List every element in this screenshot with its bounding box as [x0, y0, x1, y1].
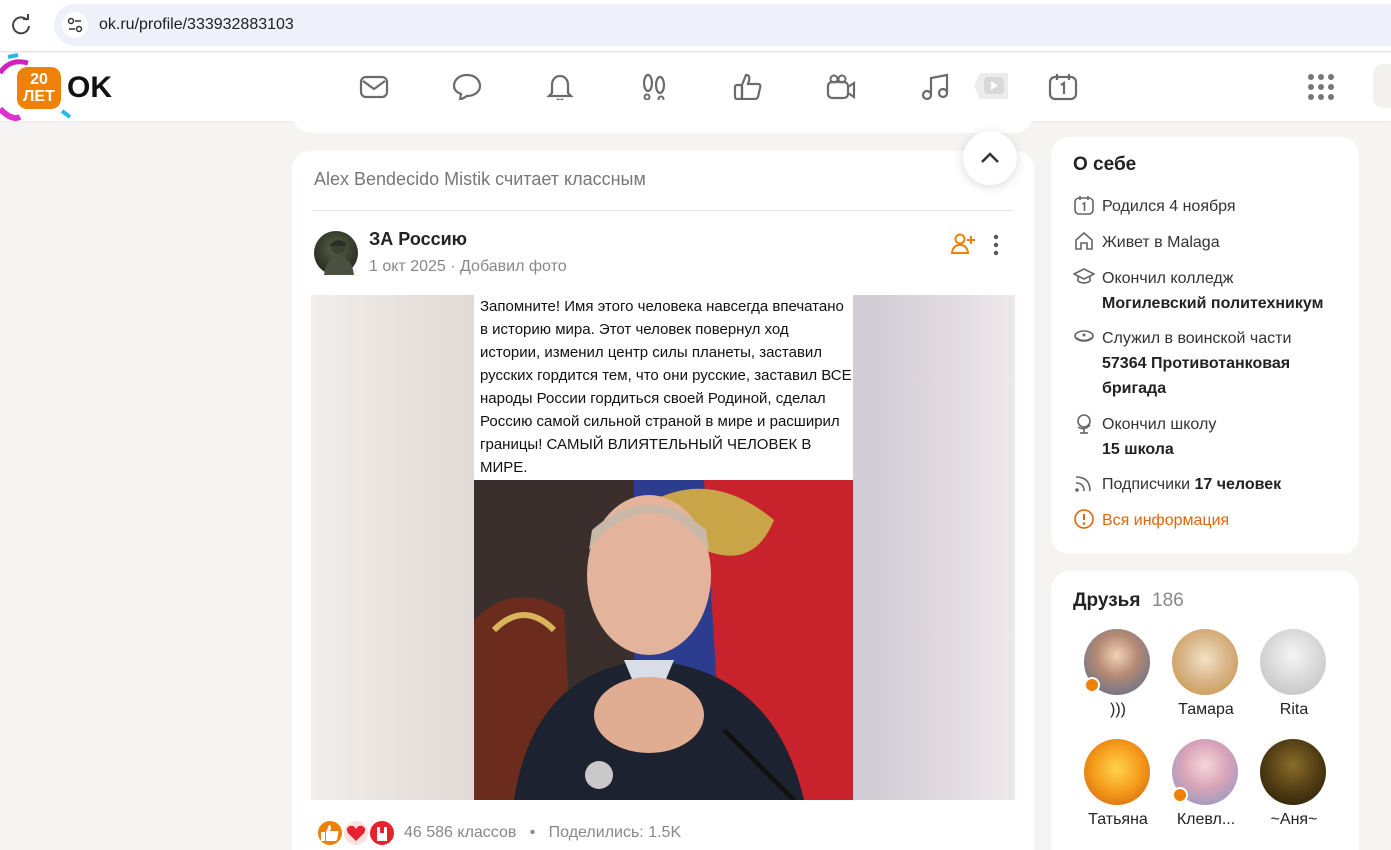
- likes-icon[interactable]: [732, 71, 764, 103]
- video-play-icon[interactable]: [974, 71, 1010, 103]
- scroll-to-top-button[interactable]: [963, 131, 1017, 185]
- photo-caption-text: Запомните! Имя этого человека навсегда в…: [480, 298, 852, 476]
- group-name[interactable]: ЗА Россию: [369, 229, 467, 250]
- site-info-icon[interactable]: [62, 12, 88, 38]
- subscribers-label: Подписчики: [1102, 476, 1191, 493]
- friend-item[interactable]: Тамара: [1162, 629, 1250, 729]
- shares-count[interactable]: Поделились: 1.5K: [549, 824, 681, 841]
- address-bar[interactable]: ok.ru/profile/333932883103: [54, 4, 1391, 46]
- post-action: Добавил фото: [460, 258, 567, 275]
- more-options-icon[interactable]: [986, 233, 1006, 257]
- post-meta: 1 окт 2025 · Добавил фото: [369, 258, 567, 276]
- school-label: Окончил школу: [1102, 416, 1217, 433]
- school-value[interactable]: 15 школа: [1102, 437, 1352, 462]
- friend-name: Клевл...: [1176, 811, 1236, 828]
- about-title: О себе: [1073, 154, 1137, 175]
- military-value[interactable]: 57364 Противотанковая бригада: [1102, 351, 1352, 401]
- online-indicator: [1084, 677, 1100, 693]
- group-avatar[interactable]: [314, 231, 358, 275]
- reactions[interactable]: [316, 819, 398, 849]
- friend-item[interactable]: ))): [1074, 629, 1162, 729]
- post-photo[interactable]: Запомните! Имя этого человека навсегда в…: [474, 295, 853, 800]
- friend-avatar: [1260, 739, 1326, 805]
- born-text: Родился 4 ноября: [1102, 198, 1236, 215]
- apps-grid-icon[interactable]: [1307, 73, 1335, 101]
- friend-item[interactable]: Клевл...: [1162, 739, 1250, 839]
- friend-name: Тамара: [1178, 701, 1234, 718]
- calendar-icon[interactable]: [1047, 71, 1079, 103]
- friend-item[interactable]: ~Аня~: [1250, 739, 1338, 839]
- friends-card: Друзья 186 ))) Тамара Rita Татьяна Клевл…: [1051, 571, 1359, 850]
- music-icon[interactable]: [919, 71, 951, 103]
- portrait-image: [474, 480, 853, 800]
- friend-name: Rita: [1279, 701, 1309, 718]
- calendar-icon: [1074, 196, 1094, 215]
- online-indicator: [1172, 787, 1188, 803]
- video-icon[interactable]: [825, 71, 857, 103]
- notifications-icon[interactable]: [544, 71, 576, 103]
- lives-text: Живет в Malaga: [1102, 234, 1220, 251]
- military-cap-icon: [1074, 330, 1094, 342]
- soldier-avatar-icon: [324, 240, 354, 275]
- college-value[interactable]: Могилевский политехникум: [1102, 291, 1352, 316]
- heart-reaction-icon: [342, 819, 370, 847]
- rock-reaction-icon: [368, 819, 396, 847]
- likes-and-shares: 46 586 классов • Поделились: 1.5K: [404, 824, 681, 842]
- friend-name: ~Аня~: [1270, 811, 1318, 828]
- globe-icon: [1077, 414, 1091, 434]
- friend-avatar: [1172, 629, 1238, 695]
- meta-separator: ·: [450, 258, 456, 275]
- header-search-pill[interactable]: [1373, 64, 1391, 108]
- home-icon: [1075, 231, 1093, 250]
- info-icon: [1074, 509, 1094, 529]
- friend-name: ))): [1110, 701, 1126, 718]
- friend-name: Татьяна: [1088, 811, 1148, 828]
- military-label: Служил в воинской части: [1102, 330, 1292, 347]
- friend-item[interactable]: Татьяна: [1074, 739, 1162, 839]
- post-photo-area[interactable]: Запомните! Имя этого человека навсегда в…: [311, 295, 1015, 800]
- chevron-up-icon: [981, 152, 999, 163]
- add-friend-icon[interactable]: [950, 231, 976, 257]
- url-text[interactable]: ok.ru/profile/333932883103: [99, 16, 294, 34]
- like-reaction-icon: [316, 819, 344, 847]
- friend-item[interactable]: Rita: [1250, 629, 1338, 729]
- feed-post-card: Alex Bendecido Mistik считает классным З…: [292, 151, 1034, 850]
- logo-badge: 20 ЛЕТ: [17, 67, 61, 109]
- messages-icon[interactable]: [358, 71, 390, 103]
- all-info-link[interactable]: Вся информация: [1102, 508, 1352, 533]
- friend-avatar: [1260, 629, 1326, 695]
- about-card: О себе Родился 4 ноября Живет в Malaga О…: [1051, 137, 1359, 554]
- logo-text: OK: [67, 71, 112, 104]
- divider: [312, 210, 1012, 211]
- friends-title[interactable]: Друзья: [1073, 590, 1140, 612]
- college-block: Окончил колледж Могилевский политехникум: [1102, 266, 1352, 316]
- friend-avatar: [1084, 739, 1150, 805]
- post-date[interactable]: 1 окт 2025: [369, 258, 446, 275]
- reload-icon[interactable]: [10, 14, 32, 36]
- guests-icon[interactable]: [638, 71, 670, 103]
- stats-separator: •: [529, 824, 536, 841]
- subscribers-text: Подписчики 17 человек: [1102, 472, 1352, 497]
- likes-count[interactable]: 46 586 классов: [404, 824, 516, 841]
- school-block: Окончил школу 15 школа: [1102, 412, 1352, 462]
- activity-header[interactable]: Alex Bendecido Mistik считает классным: [314, 169, 646, 190]
- graduation-cap-icon: [1073, 268, 1095, 284]
- discussions-icon[interactable]: [451, 71, 483, 103]
- college-label: Окончил колледж: [1102, 270, 1234, 287]
- military-block: Служил в воинской части 57364 Противотан…: [1102, 326, 1352, 401]
- subscribers-value[interactable]: 17 человек: [1194, 476, 1281, 493]
- ok-logo[interactable]: 20 ЛЕТ OK: [0, 53, 120, 121]
- previous-post-card: [292, 100, 1034, 133]
- browser-bar: ok.ru/profile/333932883103: [0, 0, 1391, 52]
- friends-count: 186: [1152, 590, 1184, 611]
- rss-icon: [1075, 476, 1091, 492]
